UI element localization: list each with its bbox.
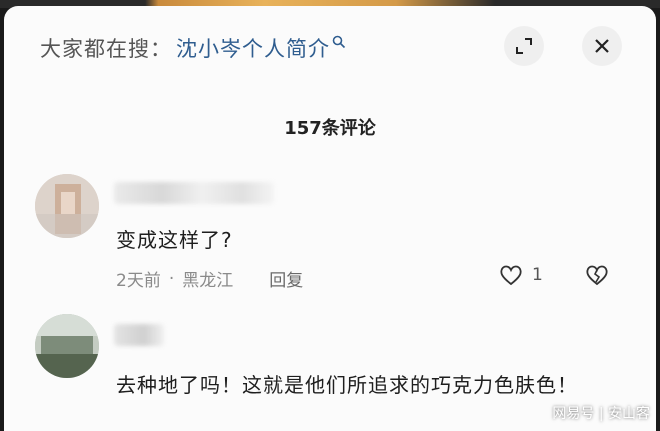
meta-separator: ·	[168, 268, 175, 289]
close-button[interactable]	[582, 26, 622, 66]
search-icon	[332, 34, 346, 54]
search-prefix: 大家都在搜：	[40, 37, 172, 61]
comment-time: 2天前	[116, 271, 161, 291]
comment-sheet: 大家都在搜： 沈小岑个人简介 157条评论 变成这样了? 2天前 · 黑龙江 回…	[4, 6, 656, 431]
blurred-username[interactable]	[114, 182, 274, 204]
close-icon	[595, 39, 609, 53]
watermark: 网易号 | 安山客	[552, 406, 650, 422]
heart-icon	[500, 265, 522, 286]
comment-text: 变成这样了?	[116, 228, 233, 252]
comment-text: 去种地了吗！这就是他们所追求的巧克力色肤色！	[116, 373, 578, 397]
like-button[interactable]: 1	[498, 262, 543, 288]
reply-button[interactable]: 回复	[269, 266, 303, 291]
search-term-link[interactable]: 沈小岑个人简介	[176, 33, 330, 63]
broken-heart-icon[interactable]	[584, 262, 610, 288]
like-count: 1	[532, 265, 543, 285]
avatar[interactable]	[35, 174, 99, 238]
comment-count-title: 157条评论	[284, 118, 376, 139]
search-suggestion[interactable]: 大家都在搜： 沈小岑个人简介	[40, 28, 346, 68]
blurred-username[interactable]	[114, 324, 164, 346]
expand-button[interactable]	[504, 26, 544, 66]
expand-icon	[516, 38, 532, 54]
comment-location: 黑龙江	[182, 271, 234, 291]
avatar[interactable]	[35, 314, 99, 378]
comment-meta: 2天前 · 黑龙江 回复	[116, 266, 303, 292]
